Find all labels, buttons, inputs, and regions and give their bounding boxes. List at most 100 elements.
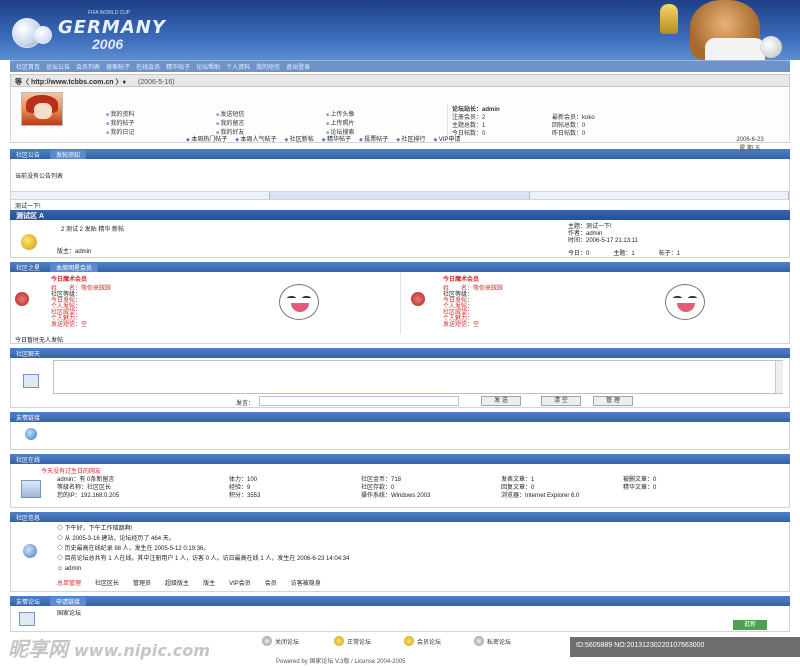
section-a-title[interactable]: 测试区 A [16,213,44,220]
avatar[interactable] [21,92,63,126]
stat-newest-member[interactable]: 最新会员：koko [552,112,652,121]
nav-item[interactable]: 搜索帖子 [106,62,130,71]
forum-moderator[interactable]: 版主：admin [57,246,91,255]
nav-item[interactable]: 个人资料 [226,62,250,71]
online-exp: 经验：9 [229,485,251,491]
legend-vip: VIP会员 [229,581,251,587]
column-header-cell [530,192,789,199]
info-now: ◇ 目前论坛总共有 1 人在线。其中注册用户 1 人，访客 0 人。访日最高在线… [57,556,350,562]
bottom-text[interactable]: 国家论坛 [57,608,81,617]
avatar-face [34,103,52,119]
nav-item[interactable]: 社区首页 [16,62,40,71]
nav-item[interactable]: 论坛帮助 [196,62,220,71]
nav-item[interactable]: 精华帖子 [166,62,190,71]
forum-row: 2 测试 2 发贴 精华 新帖 版主：admin 主题：测试一下! 作者：adm… [10,220,790,258]
logo-title: GERMANY [58,17,166,38]
link-upload-photo[interactable]: 上传照片 [326,118,436,127]
tab-vip-apply[interactable]: VIP申请 [434,134,461,143]
stat-admin: 论坛站长：admin [452,107,500,113]
site-logo[interactable]: FIFA WORLD CUP GERMANY 2006 [12,10,202,52]
online-user-icon: ☺ [57,566,64,572]
count-posts: 帖子：1 [658,251,681,257]
star-bar: 社区之星 本周明星会员 [10,262,790,272]
link-my-guestbook[interactable]: 我的留言 [216,118,326,127]
trophy-icon [660,4,678,34]
tab-weekly-star[interactable]: 本周明星会员 [50,262,99,272]
online-elite: 精华文章：0 [623,485,657,491]
footer-member: 会员论坛 [404,636,441,646]
tab-new-posts[interactable]: 社区新帖 [285,134,314,143]
football-icon [760,36,782,58]
nav-item[interactable]: 在线会员 [136,62,160,71]
lion-mascot-image [650,0,800,60]
online-col2: 体力：100 经验：9 积分：3553 [229,476,260,500]
user-card-icon [21,480,41,498]
legend-super-admin: 总单管理 [57,581,82,587]
stat-today-posts: 今日帖数：0 [452,131,486,137]
site-url[interactable]: 等〈 http://www.tcbbs.com.cn 〉♦ [15,79,126,86]
online-user-msgs[interactable]: admin：有 0条新留言 [57,476,119,484]
url-date: (2006-5-16) [138,79,175,86]
chat-textarea[interactable] [53,360,783,394]
online-bar: 社区在线 [10,454,790,464]
column-header-cell [11,192,271,199]
link-upload-avatar[interactable]: 上传头像 [326,109,436,118]
online-col4: 发表文章：1 回复文章：0 浏览器：Internet Explorer 6.0 [501,476,579,500]
quick-tabs: 本周热门帖子 本周人气帖子 社区新帖 精华帖子 投票帖子 社区排行 VIP申请 [186,134,460,143]
forum-desc[interactable]: 2 测试 2 发贴 精华 新帖 [61,224,124,233]
info-bar-label: 社区信息 [16,515,41,522]
send-button[interactable]: 发 送 [481,396,521,406]
star-left: 今日魔术会员 姓 名：等你来踩踩 社区等级： 今日发帖： 个人发帖： 社区威望：… [11,272,401,334]
star-avatar-icon [411,292,425,306]
site-header: FIFA WORLD CUP GERMANY 2006 [0,0,800,60]
clear-button[interactable]: 清 空 [541,396,581,406]
date-display: 2006-6-23 星 期 五 [711,137,789,152]
last-post-info: 主题：测试一下! 作者：admin 时间：2006-5-17 21:13:11 [568,224,638,245]
nav-item[interactable]: 退出登录 [286,62,310,71]
stat-replies: 回帖总数：0 [552,123,586,129]
tab-elite-posts[interactable]: 精华帖子 [322,134,351,143]
link-my-posts[interactable]: 我的帖子 [106,118,216,127]
nav-item[interactable]: 我的短信 [256,62,280,71]
online-level: 等级名称：社区区长 [57,485,112,491]
info-panel: ◇ 下午好，下午工作恼跳啊! ◇ 从 2005-3-16 建站，论坛经历了 46… [10,522,790,592]
link-send-message[interactable]: 发送短信 [216,109,326,118]
watermark: 昵享网 www.nipic.com [8,633,210,662]
user-panel: 我的资料 我的帖子 我的日记 发送短信 我的留言 我的好友 上传头像 上传照片 … [10,87,790,152]
user-links-col3: 上传头像 上传照片 论坛搜索 [326,109,436,136]
tab-ranking[interactable]: 社区排行 [396,134,425,143]
refresh-button[interactable]: 逛新 [733,620,767,630]
say-input[interactable] [259,396,459,406]
watermark-brand: 昵享网 [8,637,68,661]
info-user[interactable]: ☺ admin [57,564,349,574]
main-content: 等〈 http://www.tcbbs.com.cn 〉♦ (2006-5-16… [10,74,790,632]
online-replied: 回复文章：0 [501,485,535,491]
online-browser: 浏览器：Internet Explorer 6.0 [501,493,580,499]
last-post-title[interactable]: 主题：测试一下! [568,224,638,231]
legend-admin: 管理员 [133,581,152,587]
online-bar-label: 社区在线 [16,457,41,464]
chat-scrollbar[interactable] [775,361,783,393]
online-deposit: 社区存款：0 [361,485,395,491]
links-bar-label: 友情链接 [16,415,41,422]
footer-powered: Powered by 国家论坛 V.3版 / License 2004-2005 [276,659,406,665]
tab-apply-link[interactable]: 申请链接 [50,596,87,606]
link-my-profile[interactable]: 我的资料 [106,109,216,118]
birthday-notice: 今天没有过生日的网友 [41,469,102,475]
tab-posting-rules[interactable]: 发帖须知 [50,149,87,159]
tab-poll-posts[interactable]: 投票帖子 [359,134,388,143]
announce-text: 当前没有公告列表 [15,174,64,180]
last-post-time: 时间：2006-5-17 21:13:11 [568,238,638,244]
nav-item[interactable]: 会员列表 [76,62,100,71]
tab-weekly-hot[interactable]: 本周热门帖子 [186,134,227,143]
star-right-line: 发送短信：空 [443,322,480,328]
manage-button[interactable]: 管 理 [593,396,633,406]
forum-title[interactable]: 测试一下! [15,204,41,210]
url-bar: 等〈 http://www.tcbbs.com.cn 〉♦ (2006-5-16… [10,74,790,87]
online-points: 积分：3553 [229,493,261,499]
legend-district-chief: 社区区长 [95,581,120,587]
tab-weekly-popular[interactable]: 本周人气帖子 [235,134,276,143]
forum-stats: 论坛站长：admin 注册会员：2 最新会员：koko 主题总数：1 回帖总数：0 … [447,104,727,137]
last-post-author[interactable]: 作者：admin [568,231,638,238]
nav-item[interactable]: 论坛公告 [46,62,70,71]
